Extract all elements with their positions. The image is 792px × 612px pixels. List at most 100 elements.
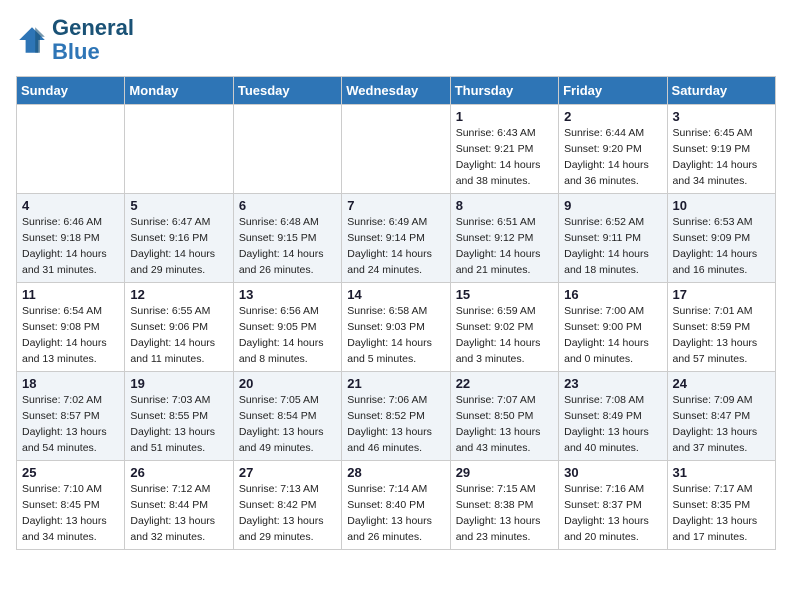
calendar-cell: 21 Sunrise: 7:06 AMSunset: 8:52 PMDayligh… xyxy=(342,372,450,461)
day-number: 12 xyxy=(130,287,227,302)
calendar-cell: 30 Sunrise: 7:16 AMSunset: 8:37 PMDayligh… xyxy=(559,461,667,550)
weekday-header-thursday: Thursday xyxy=(450,77,558,105)
day-number: 1 xyxy=(456,109,553,124)
day-number: 23 xyxy=(564,376,661,391)
day-number: 13 xyxy=(239,287,336,302)
calendar-cell: 1 Sunrise: 6:43 AMSunset: 9:21 PMDaylight… xyxy=(450,105,558,194)
calendar-cell: 18 Sunrise: 7:02 AMSunset: 8:57 PMDayligh… xyxy=(17,372,125,461)
day-info: Sunrise: 6:46 AMSunset: 9:18 PMDaylight:… xyxy=(22,215,119,278)
day-number: 17 xyxy=(673,287,770,302)
day-info: Sunrise: 7:01 AMSunset: 8:59 PMDaylight:… xyxy=(673,304,770,367)
calendar-cell xyxy=(233,105,341,194)
day-info: Sunrise: 7:17 AMSunset: 8:35 PMDaylight:… xyxy=(673,482,770,545)
calendar-week-row: 1 Sunrise: 6:43 AMSunset: 9:21 PMDaylight… xyxy=(17,105,776,194)
calendar-cell: 29 Sunrise: 7:15 AMSunset: 8:38 PMDayligh… xyxy=(450,461,558,550)
calendar-cell: 11 Sunrise: 6:54 AMSunset: 9:08 PMDayligh… xyxy=(17,283,125,372)
day-info: Sunrise: 6:49 AMSunset: 9:14 PMDaylight:… xyxy=(347,215,444,278)
logo-text: GeneralBlue xyxy=(52,16,134,64)
calendar-cell: 22 Sunrise: 7:07 AMSunset: 8:50 PMDayligh… xyxy=(450,372,558,461)
day-info: Sunrise: 7:15 AMSunset: 8:38 PMDaylight:… xyxy=(456,482,553,545)
calendar-cell: 25 Sunrise: 7:10 AMSunset: 8:45 PMDayligh… xyxy=(17,461,125,550)
day-number: 9 xyxy=(564,198,661,213)
day-number: 3 xyxy=(673,109,770,124)
day-info: Sunrise: 6:52 AMSunset: 9:11 PMDaylight:… xyxy=(564,215,661,278)
calendar-cell: 26 Sunrise: 7:12 AMSunset: 8:44 PMDayligh… xyxy=(125,461,233,550)
day-number: 22 xyxy=(456,376,553,391)
day-info: Sunrise: 6:43 AMSunset: 9:21 PMDaylight:… xyxy=(456,126,553,189)
day-number: 29 xyxy=(456,465,553,480)
weekday-header-friday: Friday xyxy=(559,77,667,105)
calendar-cell: 6Sunrise: 6:48 AMSunset: 9:15 PMDaylight… xyxy=(233,194,341,283)
day-info: Sunrise: 7:08 AMSunset: 8:49 PMDaylight:… xyxy=(564,393,661,456)
day-number: 28 xyxy=(347,465,444,480)
day-info: Sunrise: 6:58 AMSunset: 9:03 PMDaylight:… xyxy=(347,304,444,367)
day-number: 24 xyxy=(673,376,770,391)
day-number: 4 xyxy=(22,198,119,213)
day-number: 18 xyxy=(22,376,119,391)
calendar-cell: 7 Sunrise: 6:49 AMSunset: 9:14 PMDaylight… xyxy=(342,194,450,283)
day-number: 30 xyxy=(564,465,661,480)
calendar-cell: 9 Sunrise: 6:52 AMSunset: 9:11 PMDaylight… xyxy=(559,194,667,283)
day-info: Sunrise: 6:45 AMSunset: 9:19 PMDaylight:… xyxy=(673,126,770,189)
day-info: Sunrise: 6:54 AMSunset: 9:08 PMDaylight:… xyxy=(22,304,119,367)
calendar-cell: 5 Sunrise: 6:47 AMSunset: 9:16 PMDaylight… xyxy=(125,194,233,283)
day-info: Sunrise: 7:09 AMSunset: 8:47 PMDaylight:… xyxy=(673,393,770,456)
calendar-cell: 24 Sunrise: 7:09 AMSunset: 8:47 PMDayligh… xyxy=(667,372,775,461)
day-info: Sunrise: 7:12 AMSunset: 8:44 PMDaylight:… xyxy=(130,482,227,545)
day-number: 25 xyxy=(22,465,119,480)
calendar-week-row: 11 Sunrise: 6:54 AMSunset: 9:08 PMDayligh… xyxy=(17,283,776,372)
calendar-cell: 20Sunrise: 7:05 AMSunset: 8:54 PMDayligh… xyxy=(233,372,341,461)
day-info: Sunrise: 6:59 AMSunset: 9:02 PMDaylight:… xyxy=(456,304,553,367)
calendar-header-row: SundayMondayTuesdayWednesdayThursdayFrid… xyxy=(17,77,776,105)
calendar-week-row: 18 Sunrise: 7:02 AMSunset: 8:57 PMDayligh… xyxy=(17,372,776,461)
calendar-cell: 8Sunrise: 6:51 AMSunset: 9:12 PMDaylight… xyxy=(450,194,558,283)
day-info: Sunrise: 6:56 AMSunset: 9:05 PMDaylight:… xyxy=(239,304,336,367)
calendar-week-row: 4 Sunrise: 6:46 AMSunset: 9:18 PMDaylight… xyxy=(17,194,776,283)
day-info: Sunrise: 7:02 AMSunset: 8:57 PMDaylight:… xyxy=(22,393,119,456)
logo: GeneralBlue xyxy=(16,16,134,64)
day-number: 14 xyxy=(347,287,444,302)
calendar-cell: 16 Sunrise: 7:00 AMSunset: 9:00 PMDayligh… xyxy=(559,283,667,372)
weekday-header-sunday: Sunday xyxy=(17,77,125,105)
calendar-cell xyxy=(17,105,125,194)
day-info: Sunrise: 6:47 AMSunset: 9:16 PMDaylight:… xyxy=(130,215,227,278)
logo-icon xyxy=(16,24,48,56)
day-info: Sunrise: 7:14 AMSunset: 8:40 PMDaylight:… xyxy=(347,482,444,545)
day-info: Sunrise: 6:48 AMSunset: 9:15 PMDaylight:… xyxy=(239,215,336,278)
day-number: 27 xyxy=(239,465,336,480)
day-number: 15 xyxy=(456,287,553,302)
calendar-cell: 19 Sunrise: 7:03 AMSunset: 8:55 PMDayligh… xyxy=(125,372,233,461)
calendar-cell: 3 Sunrise: 6:45 AMSunset: 9:19 PMDaylight… xyxy=(667,105,775,194)
day-info: Sunrise: 7:10 AMSunset: 8:45 PMDaylight:… xyxy=(22,482,119,545)
day-number: 7 xyxy=(347,198,444,213)
calendar-cell: 27Sunrise: 7:13 AMSunset: 8:42 PMDayligh… xyxy=(233,461,341,550)
weekday-header-tuesday: Tuesday xyxy=(233,77,341,105)
calendar-cell: 31Sunrise: 7:17 AMSunset: 8:35 PMDayligh… xyxy=(667,461,775,550)
calendar-cell: 17 Sunrise: 7:01 AMSunset: 8:59 PMDayligh… xyxy=(667,283,775,372)
day-number: 16 xyxy=(564,287,661,302)
day-info: Sunrise: 6:44 AMSunset: 9:20 PMDaylight:… xyxy=(564,126,661,189)
calendar-week-row: 25 Sunrise: 7:10 AMSunset: 8:45 PMDayligh… xyxy=(17,461,776,550)
day-number: 20 xyxy=(239,376,336,391)
calendar-cell: 28 Sunrise: 7:14 AMSunset: 8:40 PMDayligh… xyxy=(342,461,450,550)
day-number: 26 xyxy=(130,465,227,480)
day-info: Sunrise: 7:06 AMSunset: 8:52 PMDaylight:… xyxy=(347,393,444,456)
day-info: Sunrise: 6:53 AMSunset: 9:09 PMDaylight:… xyxy=(673,215,770,278)
day-number: 21 xyxy=(347,376,444,391)
day-number: 5 xyxy=(130,198,227,213)
day-info: Sunrise: 7:03 AMSunset: 8:55 PMDaylight:… xyxy=(130,393,227,456)
day-info: Sunrise: 7:16 AMSunset: 8:37 PMDaylight:… xyxy=(564,482,661,545)
weekday-header-saturday: Saturday xyxy=(667,77,775,105)
day-info: Sunrise: 7:07 AMSunset: 8:50 PMDaylight:… xyxy=(456,393,553,456)
calendar-cell xyxy=(342,105,450,194)
day-number: 11 xyxy=(22,287,119,302)
weekday-header-wednesday: Wednesday xyxy=(342,77,450,105)
day-info: Sunrise: 6:51 AMSunset: 9:12 PMDaylight:… xyxy=(456,215,553,278)
calendar-cell xyxy=(125,105,233,194)
calendar-cell: 15 Sunrise: 6:59 AMSunset: 9:02 PMDayligh… xyxy=(450,283,558,372)
day-info: Sunrise: 7:00 AMSunset: 9:00 PMDaylight:… xyxy=(564,304,661,367)
calendar-cell: 13 Sunrise: 6:56 AMSunset: 9:05 PMDayligh… xyxy=(233,283,341,372)
day-number: 2 xyxy=(564,109,661,124)
calendar-cell: 23 Sunrise: 7:08 AMSunset: 8:49 PMDayligh… xyxy=(559,372,667,461)
day-number: 19 xyxy=(130,376,227,391)
